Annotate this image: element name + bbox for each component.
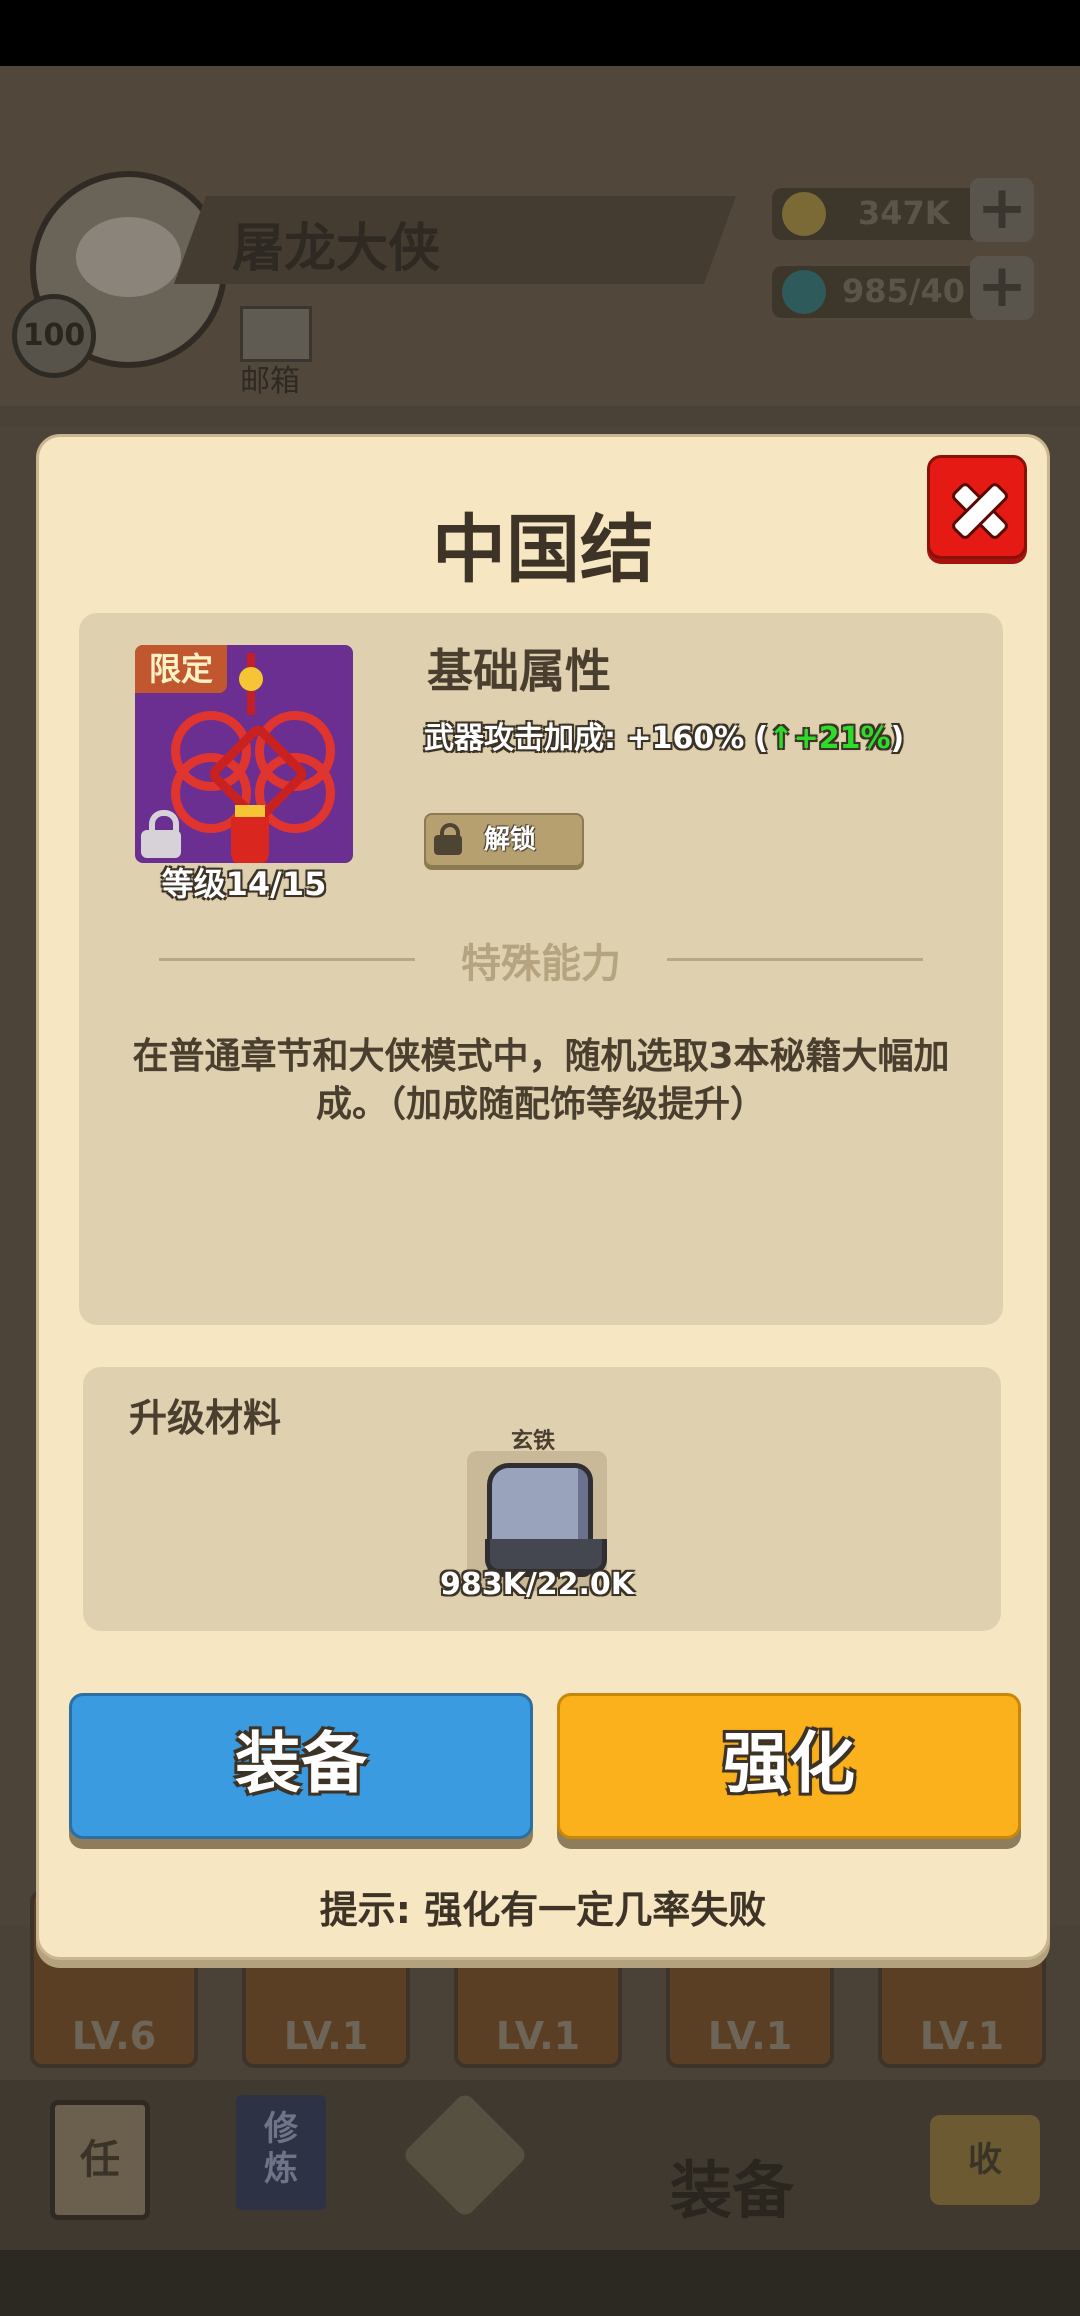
player-level-badge: 100 [12,294,96,378]
materials-title: 升级材料 [129,1396,282,1440]
base-attributes-title: 基础属性 [427,644,611,698]
attribute-line: 武器攻击加成: +160% (↑+21%) [424,713,904,757]
nav-train-book-icon[interactable]: 修炼 [236,2095,326,2210]
player-name: 屠龙大侠 [232,219,441,279]
enhance-button[interactable]: 强化 [557,1693,1021,1839]
lock-body [141,830,181,858]
coin-plus-button[interactable]: + [970,178,1034,242]
attribute-increase: +21% [793,721,891,756]
tassel-band [235,805,265,817]
unlock-button[interactable]: 解锁 [424,813,584,867]
lock-body [434,835,462,855]
enhance-button-label: 强化 [723,1725,855,1802]
item-detail-dialog: 中国结 限定 等级14/15 基础属性 武器攻击加成: +160% (↑+21%… [36,434,1050,1960]
enhance-tip: 提示: 强化有一定几率失败 [319,1888,767,1932]
equipment-level: LV.1 [283,2014,369,2058]
item-info-panel: 限定 等级14/15 基础属性 武器攻击加成: +160% (↑+21%) 解锁… [79,613,1003,1325]
equip-button[interactable]: 装备 [69,1693,533,1839]
equipment-level: LV.1 [919,2014,1005,2058]
mail-label: 邮箱 [240,364,300,399]
equipment-level: LV.1 [495,2014,581,2058]
nav-quest-label: 任 [80,2137,120,2183]
close-button[interactable] [927,455,1027,559]
gem-icon [782,270,826,314]
knot-bead [239,667,263,691]
unlock-label: 解锁 [484,825,537,855]
nav-collect-chest-icon[interactable]: 收 [930,2115,1040,2205]
item-level: 等级14/15 [161,865,327,903]
lock-icon [141,810,181,858]
equip-button-label: 装备 [235,1725,367,1802]
tassel [231,817,269,863]
nav-train-label: 修炼 [264,2109,298,2189]
item-card: 限定 [135,645,353,863]
equipment-level: LV.1 [707,2014,793,2058]
limited-badge: 限定 [135,645,227,693]
gem-value: 985/40 [842,272,966,310]
material-count: 983K/22.0K [439,1567,635,1602]
attribute-text: 武器攻击加成: +160% ( [424,721,769,756]
up-arrow-icon: ↑ [768,721,794,756]
attribute-suffix: ) [890,721,905,756]
lock-icon [434,823,462,857]
gem-plus-button[interactable]: + [970,256,1034,320]
avatar-face [76,217,181,297]
special-ability-description: 在普通章节和大侠模式中，随机选取3本秘籍大幅加成。（加成随配饰等级提升） [132,1036,950,1125]
coin-icon [782,192,826,236]
bottom-navigation [0,2080,1080,2250]
nav-equip-label[interactable]: 装备 [670,2140,794,2230]
nav-quest-scroll-icon[interactable]: 任 [50,2100,150,2220]
coin-value: 347K [858,194,950,232]
special-ability-title: 特殊能力 [461,941,621,987]
equipment-level: LV.6 [71,2014,157,2058]
system-nav-strip [0,2250,1080,2316]
mail-icon[interactable] [240,306,312,362]
dialog-title: 中国结 [432,507,654,593]
status-bar [0,0,1080,66]
upgrade-materials-panel: 升级材料 玄铁 983K/22.0K [83,1367,1001,1631]
nav-collect-label: 收 [968,2140,1002,2180]
